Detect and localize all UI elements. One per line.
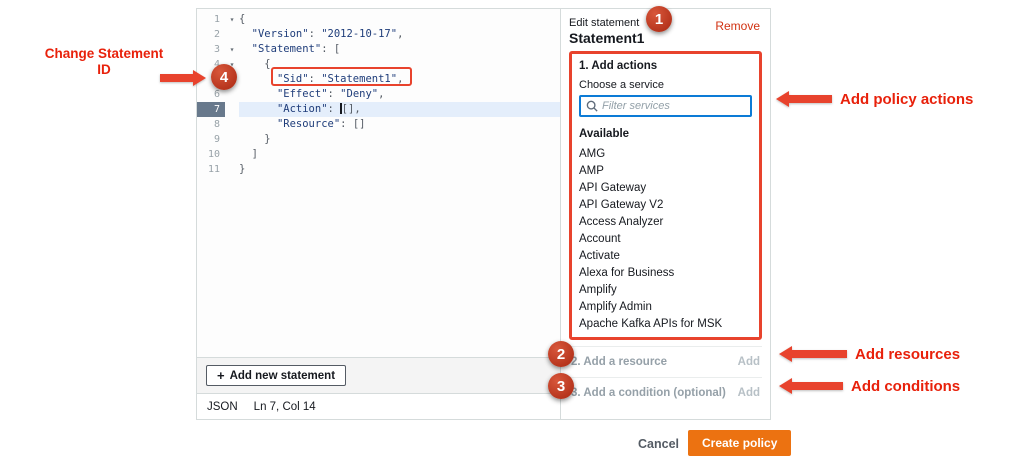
add-actions-section: 1. Add actions Choose a service Availabl… (569, 51, 762, 340)
line-number: 1 (213, 14, 220, 25)
code-line-7[interactable]: 7 "Action": [], (197, 102, 560, 117)
service-item[interactable]: Apache Kafka APIs for MSK (579, 316, 752, 333)
add-new-statement-label: Add new statement (229, 369, 336, 382)
arrow-left-actions-icon (776, 91, 832, 107)
code-text: "Sid": "Statement1", (276, 73, 404, 85)
cancel-button[interactable]: Cancel (638, 437, 679, 451)
code-text: { (239, 13, 246, 25)
service-item[interactable]: Amplify (579, 282, 752, 299)
create-policy-button[interactable]: Create policy (688, 430, 792, 456)
add-condition-row: 3. Add a condition (optional) Add (569, 377, 762, 408)
code-line-11[interactable]: 11} (197, 162, 560, 177)
choose-service-label: Choose a service (579, 79, 664, 91)
filter-services-input[interactable] (602, 100, 745, 112)
service-item[interactable]: API Gateway (579, 180, 752, 197)
service-item[interactable]: API Gateway V2 (579, 197, 752, 214)
annotation-add-conditions: Add conditions (851, 378, 961, 395)
annotation-add-resources: Add resources (855, 346, 961, 363)
add-condition-button[interactable]: Add (738, 387, 760, 399)
service-item[interactable]: Alexa for Business (579, 265, 752, 282)
annotation-change-statement-id: Change Statement ID (44, 46, 164, 77)
code-text: "Resource": [] (276, 118, 366, 130)
plus-icon: + (217, 368, 225, 383)
code-text: "Statement": [ (251, 43, 341, 55)
remove-statement-link[interactable]: Remove (715, 19, 760, 33)
editor-footer-bar: + Add new statement (197, 357, 560, 393)
add-condition-label: 3. Add a condition (optional) (571, 387, 726, 399)
add-new-statement-button[interactable]: + Add new statement (206, 365, 347, 386)
code-text: "Version": "2012-10-17", (251, 28, 404, 40)
code-line-3[interactable]: 3 ▾ "Statement": [ (197, 42, 560, 57)
cursor-position-label: Ln 7, Col 14 (253, 400, 316, 413)
line-number: 8 (213, 119, 220, 130)
code-line-1[interactable]: 1 ▾{ (197, 12, 560, 27)
line-number: 11 (207, 164, 220, 175)
annotation-badge-1: 1 (646, 6, 672, 32)
available-label: Available (579, 128, 630, 140)
annotation-badge-2: 2 (548, 341, 574, 367)
annotation-add-policy-actions: Add policy actions (840, 91, 974, 108)
editor-status-bar: JSON Ln 7, Col 14 (197, 393, 560, 419)
annotation-badge-4: 4 (211, 64, 237, 90)
service-item[interactable]: AMG (579, 146, 752, 163)
code-line-9[interactable]: 9 } (197, 132, 560, 147)
annotation-badge-3: 3 (548, 373, 574, 399)
code-text: { (264, 58, 271, 70)
code-line-2[interactable]: 2 "Version": "2012-10-17", (197, 27, 560, 42)
line-number: 10 (207, 149, 220, 160)
json-editor: 1 ▾{2 "Version": "2012-10-17", 3 ▾ "Stateme… (197, 9, 561, 419)
fold-arrow-icon[interactable]: ▾ (225, 42, 239, 57)
service-item[interactable]: Account (579, 231, 752, 248)
code-line-4[interactable]: 4▾ { (197, 57, 560, 72)
line-number: 2 (213, 29, 220, 40)
code-line-10[interactable]: 10 ] (197, 147, 560, 162)
edit-statement-panel: Edit statement Statement1 Remove 1. Add … (561, 9, 770, 419)
code-line-8[interactable]: 8 "Resource": [] (197, 117, 560, 132)
code-text: } (239, 163, 246, 175)
arrow-right-icon (160, 70, 206, 86)
code-line-5[interactable]: 5 "Sid": "Statement1", (197, 72, 560, 87)
code-line-6[interactable]: 6 "Effect": "Deny", (197, 87, 560, 102)
code-area[interactable]: 1 ▾{2 "Version": "2012-10-17", 3 ▾ "Stateme… (197, 9, 560, 357)
service-item[interactable]: Access Analyzer (579, 214, 752, 231)
add-resource-button[interactable]: Add (738, 356, 760, 368)
service-item[interactable]: AMP (579, 163, 752, 180)
service-search-box (579, 95, 752, 117)
code-text: } (264, 133, 271, 145)
search-icon (586, 100, 598, 112)
line-number: 9 (213, 134, 220, 145)
add-resource-row: 2. Add a resource Add (569, 346, 762, 377)
arrow-left-resources-icon (779, 346, 847, 362)
service-item[interactable]: Amplify Admin (579, 299, 752, 316)
editor-lines: 1 ▾{2 "Version": "2012-10-17", 3 ▾ "Stateme… (197, 12, 560, 177)
fold-arrow-icon[interactable]: ▾ (225, 12, 239, 27)
line-number: 7 (197, 102, 225, 117)
code-text: "Action": [], (239, 102, 560, 117)
editor-mode-label: JSON (207, 400, 238, 413)
code-text: ] (251, 148, 258, 160)
policy-editor-card: 1 ▾{2 "Version": "2012-10-17", 3 ▾ "Stateme… (196, 8, 771, 420)
service-item[interactable]: Activate (579, 248, 752, 265)
arrow-left-conditions-icon (779, 378, 843, 394)
code-text: "Effect": "Deny", (276, 88, 385, 100)
add-actions-title: 1. Add actions (579, 60, 658, 72)
add-resource-label: 2. Add a resource (571, 356, 668, 368)
line-number: 3 (213, 44, 220, 55)
service-list: AMG AMP API Gateway API Gateway V2 Access An… (579, 146, 752, 333)
